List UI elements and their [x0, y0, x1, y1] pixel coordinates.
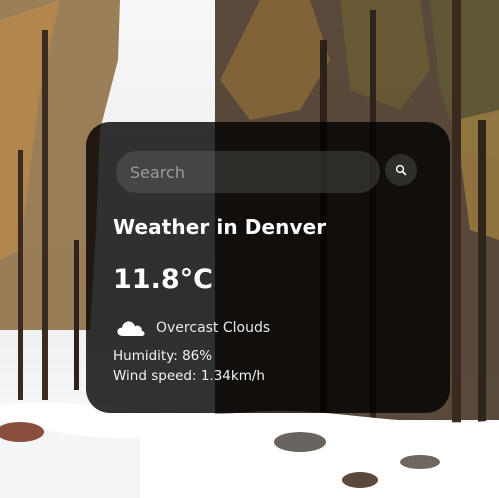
search-icon: [395, 164, 407, 176]
condition-text: Overcast Clouds: [156, 320, 271, 336]
condition-row: Overcast Clouds: [117, 316, 270, 340]
city-title: Weather in Denver: [113, 215, 327, 239]
humidity-text: Humidity: 86%: [113, 348, 213, 364]
cloud-icon: [117, 321, 145, 336]
search-button[interactable]: [385, 154, 417, 186]
search-input[interactable]: [116, 151, 380, 193]
temperature: 11.8°C: [113, 264, 213, 295]
wind-speed-text: Wind speed: 1.34km/h: [113, 368, 265, 384]
weather-card: Weather in Denver 11.8°C Overcast Clouds…: [86, 122, 450, 413]
